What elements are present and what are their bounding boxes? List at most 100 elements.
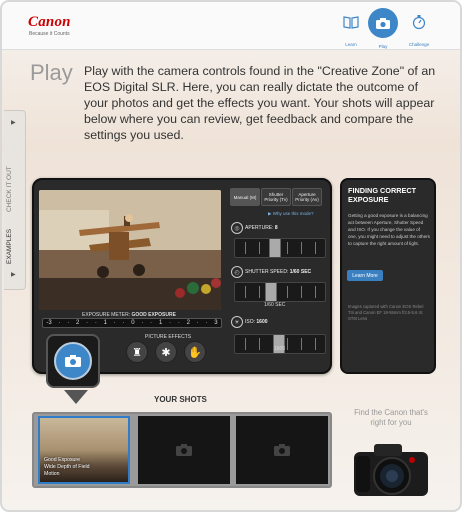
aperture-icon: ◎ [231,222,243,234]
arrow-right-icon: ▶ [11,272,16,278]
nav-play[interactable]: Play [368,8,398,49]
meter-scale-tick: 1 [103,320,107,326]
aperture-slider[interactable] [234,238,326,258]
slider-tick [287,242,288,254]
hand-icon: ✋ [188,346,202,359]
meter-scale-tick: -3 [46,320,52,326]
info-panel-title: FINDING CORRECT EXPOSURE [348,186,417,204]
shot-feedback: Good Exposure Wide Depth of Field Motion [40,457,90,482]
meter-scale-tick: · [67,320,70,326]
toy-ball [187,282,199,294]
iso-label: ISO: 1600 [245,319,268,325]
meter-scale-tick: · [177,320,180,326]
arrow-right-icon: ▶ [11,120,16,126]
slider-tick [287,338,288,350]
shot-feedback-line: Wide Depth of Field [44,464,90,470]
slider-tick [301,242,302,254]
slider-tick [245,338,246,350]
effect-silhouette-button[interactable]: ♜ [126,341,148,363]
info-panel-caption: Images captured with Canon EOS Rebel T4i… [348,304,424,321]
aperture-caption: APERTURE: [245,225,274,231]
tab-check-it-out[interactable]: CHECK IT OUT [6,142,13,212]
slider-tick [315,242,316,254]
slider-tick [301,286,302,298]
slider-tick [259,286,260,298]
camera-icon [274,444,290,456]
iso-caption: ISO: [245,319,256,325]
slider-tick [315,338,316,350]
down-arrow-icon [64,390,88,404]
canon-logo[interactable]: Canon [28,14,71,31]
effect-fan-button[interactable]: ✱ [155,341,177,363]
slider-tick [259,338,260,350]
book-icon [337,8,365,36]
nav-learn-label: Learn [345,42,357,47]
shutter-slider-value: 1/60 SEC [264,302,286,308]
meter-scale-tick: · [94,320,97,326]
stopwatch-icon [405,8,433,36]
meter-scale-tick: · [86,320,89,326]
meter-scale-tick: · [58,320,61,326]
mode-manual-button[interactable]: Manual (M) [230,188,260,206]
dslr-camera-image[interactable] [348,438,434,502]
tab-examples[interactable]: EXAMPLES [6,229,13,264]
learn-more-button[interactable]: Learn More [347,270,383,281]
shot-feedback-line: Motion [44,471,60,477]
meter-scale-tick: · [122,320,125,326]
camera-icon [368,8,398,38]
meter-scale-tick: · [169,320,172,326]
iso-slider-value: 1600 [274,346,286,352]
take-photo-button[interactable] [46,334,100,388]
slider-tick [259,242,260,254]
meter-scale-tick: · [141,320,144,326]
mode-av-button[interactable]: Aperture Priority (Av) [292,188,322,206]
nav-challenge-label: Challenge [408,42,430,47]
fan-icon: ✱ [161,346,171,359]
shutter-slider-handle[interactable] [265,283,277,301]
slider-tick [245,286,246,298]
find-camera-promo[interactable]: Find the Canon that's right for you [346,408,436,428]
why-use-mode-link[interactable]: ▶ Why use this mode? [268,211,313,217]
photo-preview [39,190,221,310]
effect-hand-button[interactable]: ✋ [184,341,206,363]
exposure-meter: -3 · · 2 · · 1 · · 0 · · 1 · · 2 · · 3 [42,318,222,328]
empty-shot-slot[interactable] [236,416,328,484]
aperture-slider-handle[interactable] [269,239,281,257]
aperture-label: APERTURE: 8 [245,225,278,231]
nav-challenge[interactable]: Challenge [404,8,434,47]
slider-tick [315,286,316,298]
slider-tick [287,286,288,298]
your-shots-title: YOUR SHOTS [154,395,207,404]
meter-scale-tick: 2 [76,320,80,326]
meter-scale-tick: 0 [131,320,135,326]
shot-thumbnail[interactable]: Good Exposure Wide Depth of Field Motion [38,416,130,484]
aperture-value: 8 [274,225,278,231]
header: Canon Because it Counts Learn Play Chall… [2,2,460,50]
info-panel-body: Getting a good exposure is a balancing a… [348,213,430,246]
toy-ball [211,278,221,288]
shutter-speed-icon: ◴ [231,266,243,278]
toy-ball [175,288,185,298]
nav-learn[interactable]: Learn [336,8,366,47]
meter-scale-tick: · [196,320,199,326]
page-title: Play [30,60,73,85]
logo-tagline: Because it Counts [29,31,70,37]
shot-feedback-line: Good Exposure [44,457,81,463]
shutter-speed-caption: SHUTTER SPEED: [245,269,289,275]
toy-ball [201,284,211,294]
intro-text: Play with the camera controls found in t… [84,64,436,142]
app-frame: Canon Because it Counts Learn Play Chall… [0,0,462,512]
meter-scale-tick: · [150,320,153,326]
meter-scale-tick: 2 [186,320,190,326]
camera-icon [176,444,192,456]
empty-shot-slot[interactable] [138,416,230,484]
picture-effects-label: PICTURE EFFECTS [145,334,192,340]
slider-tick [245,242,246,254]
nav-play-label: Play [378,44,388,49]
shutter-speed-slider[interactable] [234,282,326,302]
silhouette-icon: ♜ [132,346,142,359]
mode-tv-button[interactable]: Shutter Priority (Tv) [261,188,291,206]
shutter-speed-label: SHUTTER SPEED: 1/60 SEC [245,269,311,275]
iso-value: 1600 [256,319,268,325]
meter-scale-tick: 3 [214,320,218,326]
